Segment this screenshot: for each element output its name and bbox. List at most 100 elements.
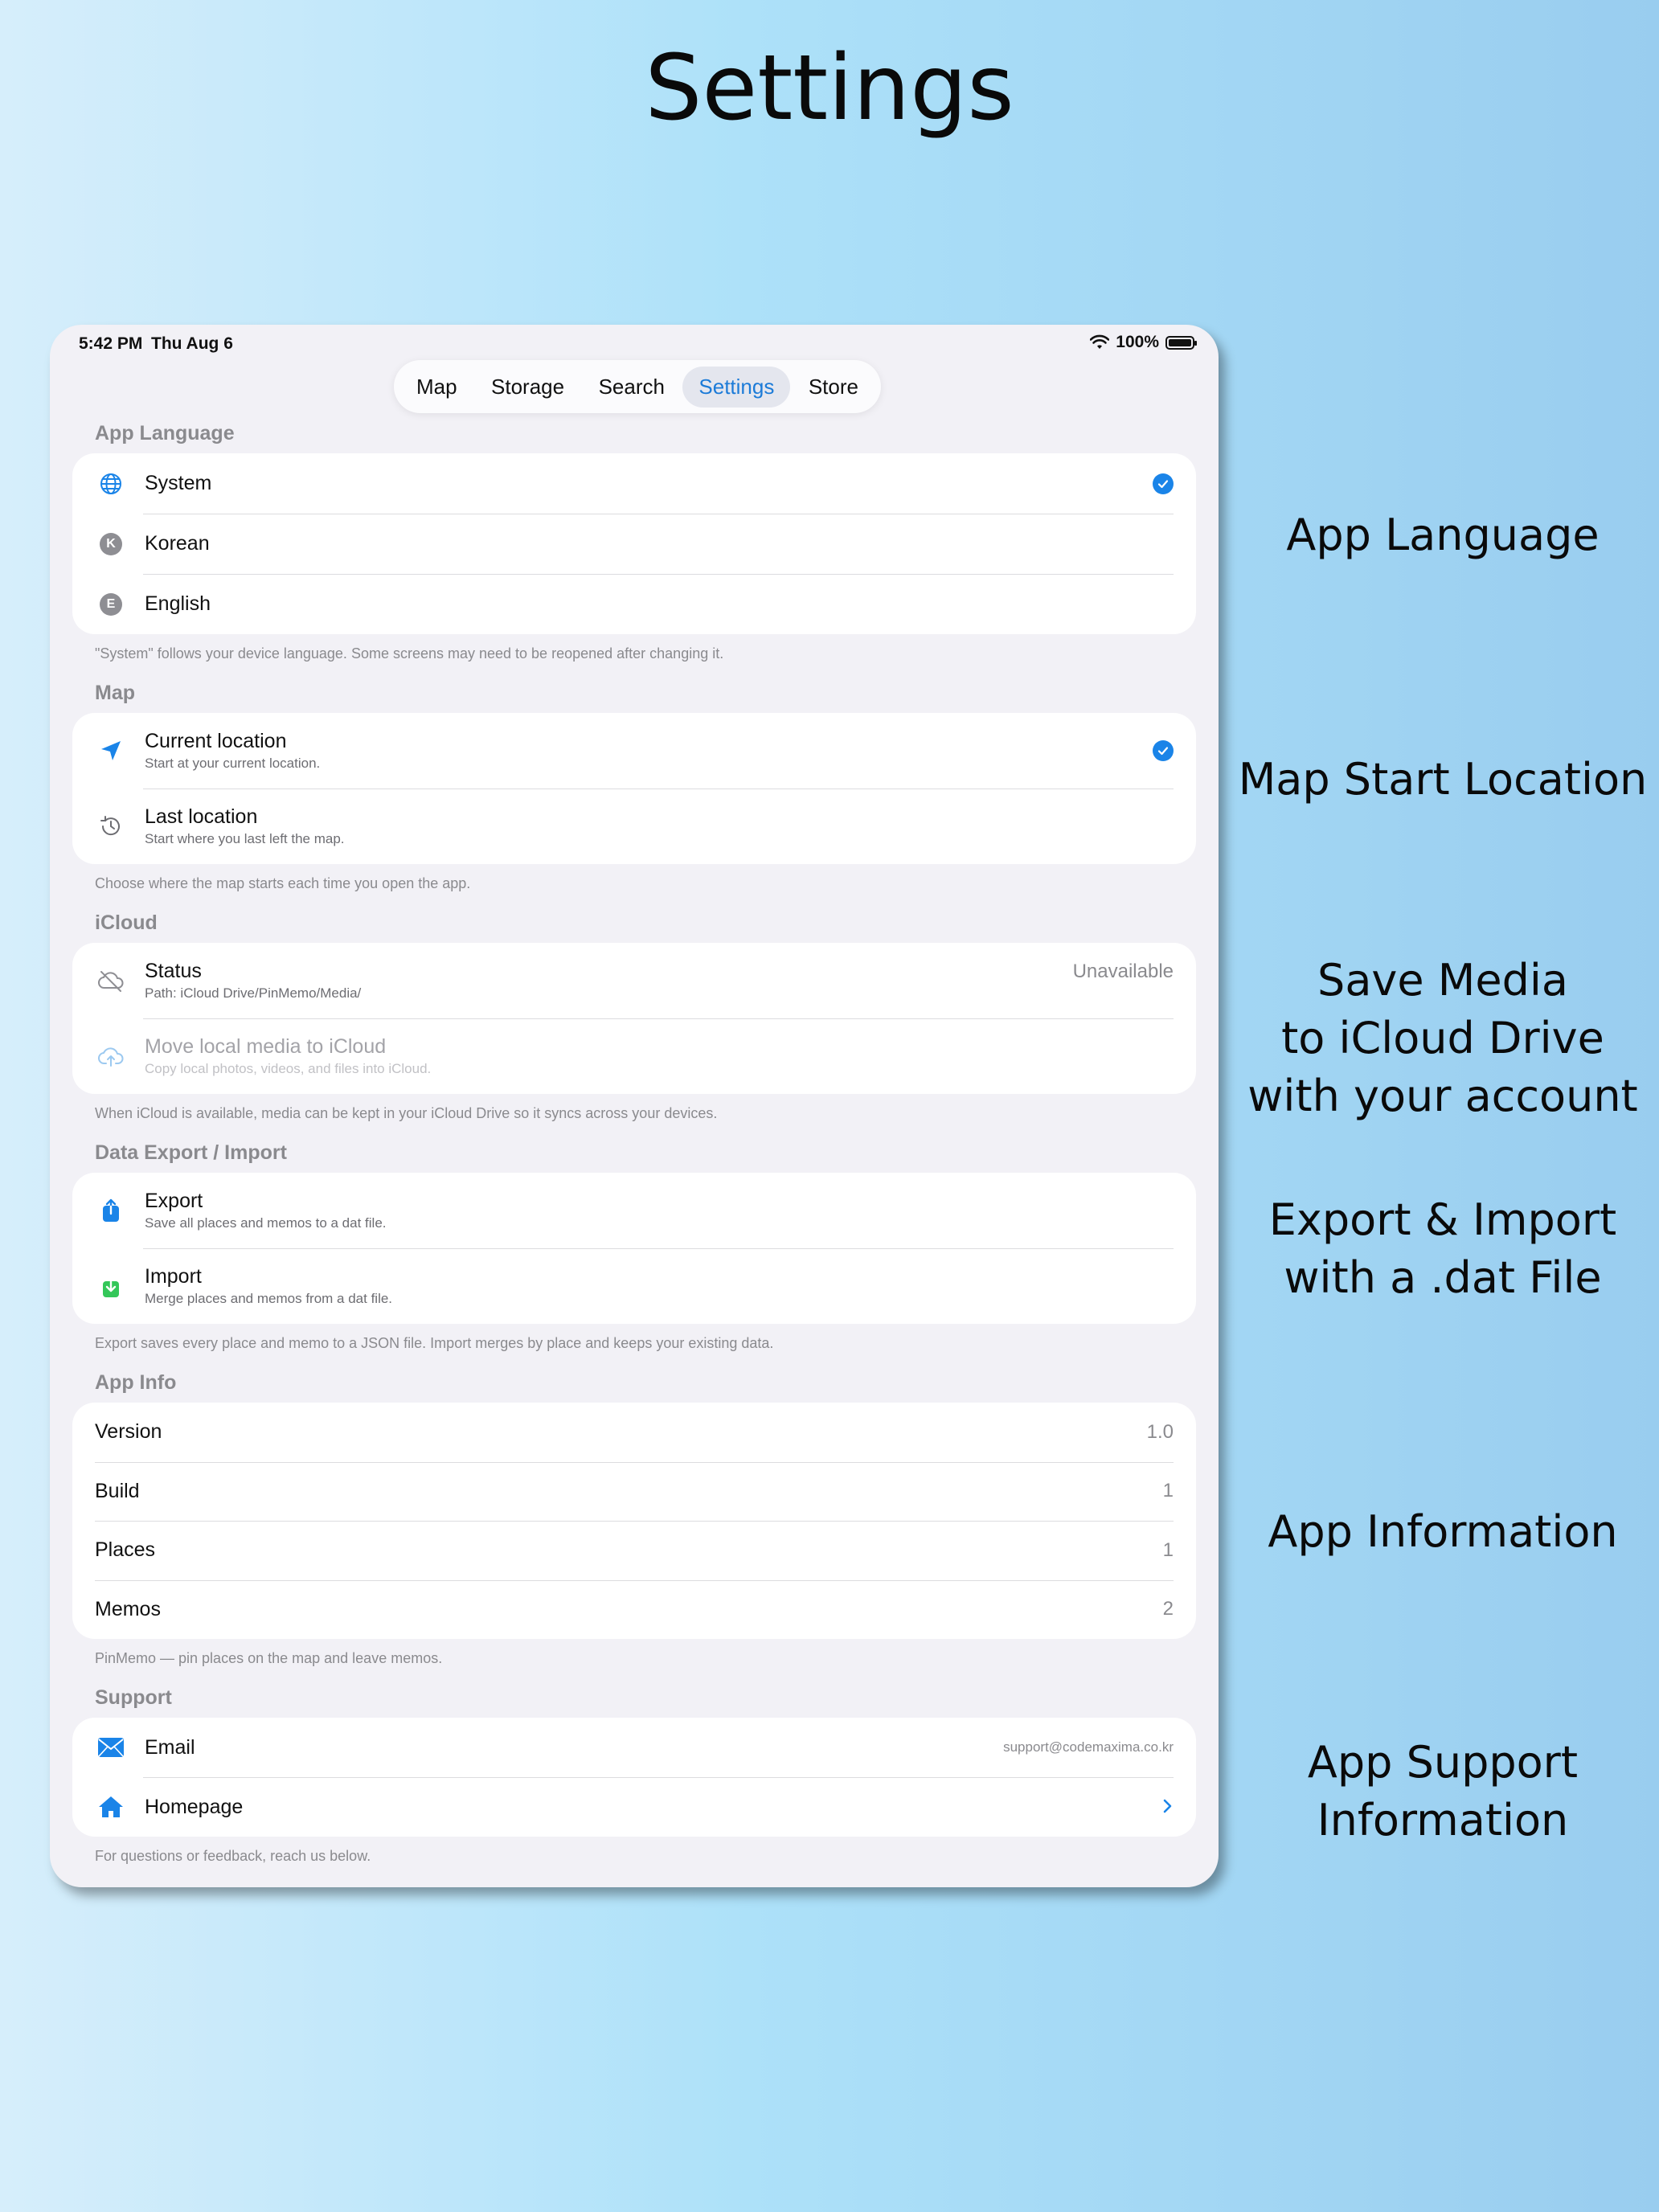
section-footer-map: Choose where the map starts each time yo… [95, 875, 471, 891]
tab-storage[interactable]: Storage [475, 367, 580, 408]
row-title: English [145, 592, 211, 615]
section-footer-app-info: PinMemo — pin places on the map and leav… [95, 1650, 443, 1666]
row-value: 2 [1162, 1598, 1174, 1620]
row-text: Memos [95, 1598, 1163, 1621]
app-language-card: System K Korean E English [72, 453, 1196, 634]
info-row-places: Places 1 [72, 1521, 1196, 1580]
row-text: Current location Start at your current l… [145, 730, 1153, 772]
row-title: Memos [95, 1597, 161, 1620]
caption-line: to iCloud Drive [1281, 1013, 1604, 1063]
row-text: Build [95, 1480, 1163, 1503]
row-title: Import [145, 1265, 202, 1288]
section-footer-icloud: When iCloud is available, media can be k… [95, 1105, 718, 1121]
tab-map[interactable]: Map [400, 367, 473, 408]
import-row[interactable]: Import Merge places and memos from a dat… [72, 1248, 1196, 1324]
share-upload-icon [96, 1196, 125, 1225]
status-bar: 5:42 PM Thu Aug 6 100% [50, 325, 1219, 362]
location-arrow-icon [96, 736, 125, 765]
caption-app-language: App Language [1286, 510, 1600, 560]
letter-e-icon: E [96, 590, 125, 619]
row-subtitle: Save all places and memos to a dat file. [145, 1215, 387, 1231]
caption-app-support: App Support Information [1238, 1734, 1648, 1849]
row-title: Last location [145, 805, 258, 828]
row-text: Places [95, 1538, 1163, 1562]
section-footer-app-language: "System" follows your device language. S… [95, 645, 724, 662]
globe-icon [96, 469, 125, 498]
page-title: Settings [645, 36, 1014, 141]
row-text: English [145, 592, 1174, 616]
caption-line: with your account [1247, 1071, 1638, 1121]
cloud-slash-icon [96, 966, 125, 995]
info-row-version: Version 1.0 [72, 1403, 1196, 1462]
chevron-right-icon [1162, 1793, 1174, 1821]
row-value: 1 [1162, 1538, 1174, 1561]
data-card: Export Save all places and memos to a da… [72, 1173, 1196, 1324]
letter-k-icon: K [96, 530, 125, 559]
caption-line: Save Media [1317, 955, 1568, 1006]
move-to-icloud-row[interactable]: Move local media to iCloud Copy local ph… [72, 1018, 1196, 1094]
info-row-build: Build 1 [72, 1461, 1196, 1522]
section-footer-support: For questions or feedback, reach us belo… [95, 1848, 371, 1864]
support-email-value[interactable]: support@codemaxima.co.kr [1003, 1739, 1174, 1755]
ipad-screen: 5:42 PM Thu Aug 6 100% Map Storage Searc… [50, 325, 1219, 1887]
battery-icon [1165, 335, 1197, 350]
row-title: Move local media to iCloud [145, 1035, 387, 1058]
language-option-english[interactable]: E English [72, 574, 1196, 634]
checkmark-icon [1153, 740, 1174, 761]
row-title: Korean [145, 532, 210, 555]
map-option-current-location[interactable]: Current location Start at your current l… [72, 713, 1196, 789]
row-title: Build [95, 1479, 140, 1502]
caption-save-media: Save Media to iCloud Drive with your acc… [1238, 952, 1648, 1125]
section-header-app-info: App Info [95, 1371, 177, 1394]
export-row[interactable]: Export Save all places and memos to a da… [72, 1173, 1196, 1248]
map-option-last-location[interactable]: Last location Start where you last left … [72, 789, 1196, 864]
status-right: 100% [1090, 333, 1197, 352]
tab-store[interactable]: Store [793, 367, 875, 408]
language-option-system[interactable]: System [72, 453, 1196, 514]
icloud-card: Status Path: iCloud Drive/PinMemo/Media/… [72, 943, 1196, 1094]
row-value: 1 [1162, 1480, 1174, 1502]
section-header-icloud: iCloud [95, 911, 158, 934]
caption-app-info: App Information [1268, 1506, 1618, 1557]
support-homepage-row[interactable]: Homepage [72, 1777, 1196, 1837]
row-text: Export Save all places and memos to a da… [145, 1190, 1174, 1231]
section-header-data: Data Export / Import [95, 1141, 287, 1164]
history-icon [96, 812, 125, 841]
row-subtitle: Start at your current location. [145, 756, 321, 771]
caption-line: App Support [1307, 1737, 1579, 1788]
envelope-icon [96, 1733, 125, 1762]
section-header-map: Map [95, 682, 135, 704]
section-header-support: Support [95, 1686, 172, 1709]
row-text: Move local media to iCloud Copy local ph… [145, 1035, 1174, 1077]
status-date: Thu Aug 6 [151, 334, 233, 353]
row-title: Current location [145, 730, 287, 752]
row-title: System [145, 472, 212, 494]
tab-bar: Map Storage Search Settings Store [394, 360, 881, 413]
row-subtitle: Start where you last left the map. [145, 831, 345, 846]
section-footer-data: Export saves every place and memo to a J… [95, 1335, 774, 1351]
row-text: Last location Start where you last left … [145, 805, 1174, 847]
row-text: Email [145, 1736, 1003, 1759]
caption-map-start: Map Start Location [1238, 754, 1648, 805]
support-email-row[interactable]: Email support@codemaxima.co.kr [72, 1718, 1196, 1777]
info-row-memos: Memos 2 [72, 1579, 1196, 1640]
section-header-app-language: App Language [95, 422, 235, 444]
tab-settings[interactable]: Settings [682, 366, 791, 408]
row-title: Export [145, 1190, 203, 1212]
row-subtitle: Merge places and memos from a dat file. [145, 1291, 393, 1306]
settings-list: App Language System K Korean E English "… [72, 413, 1196, 1875]
icloud-status-row: Status Path: iCloud Drive/PinMemo/Media/… [72, 943, 1196, 1018]
tray-download-icon [96, 1272, 125, 1301]
icloud-status-value: Unavailable [1072, 961, 1174, 982]
row-text: Homepage [145, 1796, 1162, 1819]
language-option-korean[interactable]: K Korean [72, 514, 1196, 574]
row-text: Status Path: iCloud Drive/PinMemo/Media/ [145, 960, 1073, 1002]
tab-search[interactable]: Search [583, 367, 681, 408]
row-text: Korean [145, 532, 1174, 555]
caption-line: Information [1317, 1795, 1569, 1845]
map-card: Current location Start at your current l… [72, 713, 1196, 864]
caption-line: Export & Import [1268, 1194, 1617, 1245]
row-subtitle: Copy local photos, videos, and files int… [145, 1061, 432, 1076]
row-subtitle: Path: iCloud Drive/PinMemo/Media/ [145, 985, 362, 1001]
row-title: Version [95, 1420, 162, 1444]
